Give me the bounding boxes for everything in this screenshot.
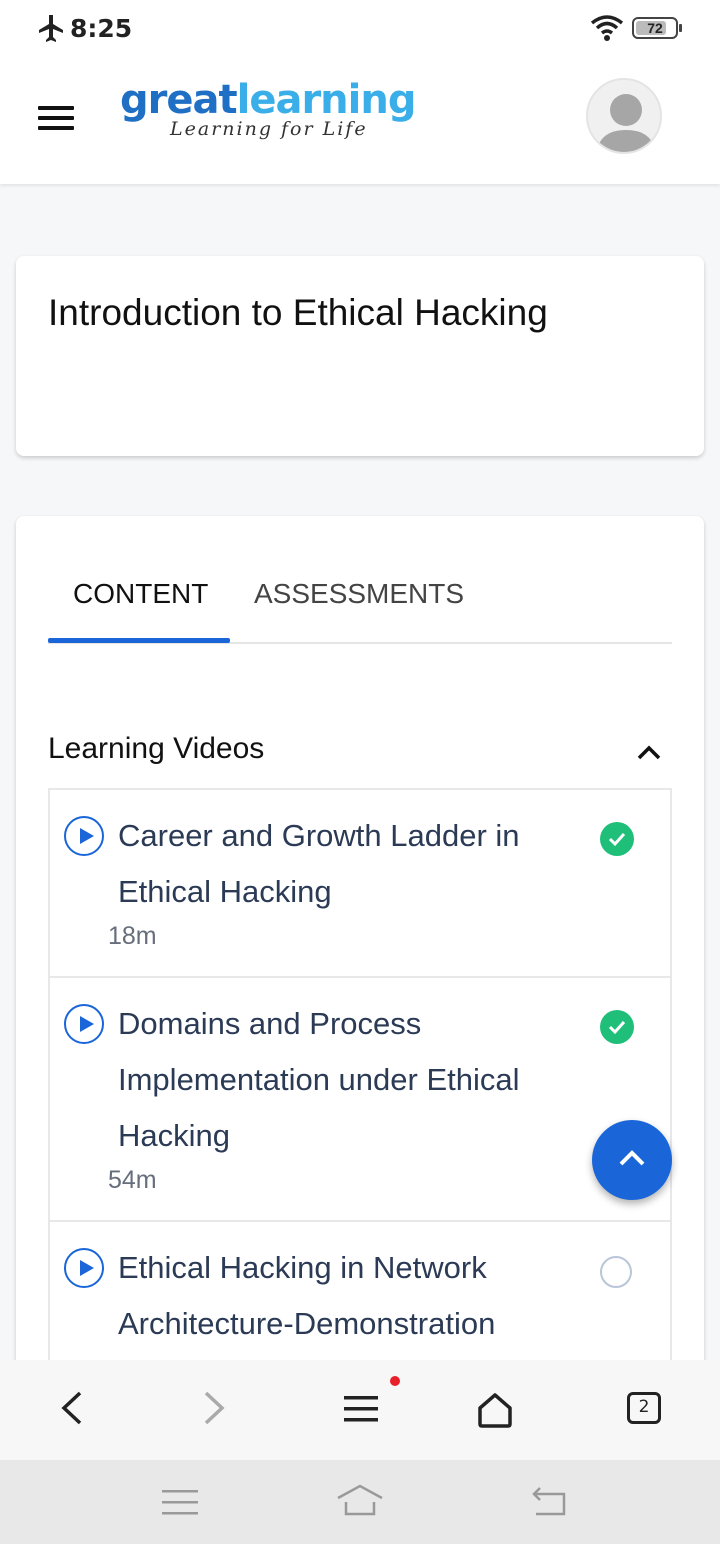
airplane-icon (39, 15, 63, 42)
video-list: Career and Growth Ladder in Ethical Hack… (48, 788, 672, 1382)
chevron-up-icon (619, 1150, 645, 1166)
logo[interactable]: greatlearning Learning for Life (120, 78, 440, 148)
wifi-icon (590, 15, 624, 41)
back-icon[interactable] (58, 1390, 86, 1426)
video-title[interactable]: Ethical Hacking in Network Architecture-… (118, 1240, 558, 1352)
back-icon[interactable] (530, 1486, 568, 1518)
video-duration: 18m (108, 922, 157, 950)
tab-content[interactable]: CONTENT (73, 578, 208, 610)
forward-icon[interactable] (200, 1390, 228, 1426)
battery-icon: 72 (632, 17, 682, 39)
home-icon[interactable] (336, 1484, 384, 1518)
app-header: greatlearning Learning for Life (0, 58, 720, 184)
battery-text: 72 (647, 20, 663, 36)
play-icon[interactable] (64, 1004, 104, 1044)
home-icon[interactable] (476, 1392, 514, 1428)
tabs-icon[interactable]: 2 (627, 1392, 661, 1424)
logo-tagline: Learning for Life (170, 118, 368, 140)
notification-dot (390, 1376, 400, 1386)
section-title: Learning Videos (48, 732, 265, 765)
incomplete-circle-icon (600, 1256, 632, 1288)
chevron-up-icon[interactable] (636, 744, 662, 760)
play-icon[interactable] (64, 1248, 104, 1288)
tab-assessments[interactable]: ASSESSMENTS (254, 578, 464, 610)
list-item[interactable]: Career and Growth Ladder in Ethical Hack… (50, 790, 670, 978)
active-tab-indicator (48, 638, 230, 643)
menu-icon[interactable] (344, 1394, 378, 1424)
logo-wordmark: greatlearning (120, 77, 416, 123)
avatar[interactable] (586, 78, 662, 154)
video-title[interactable]: Career and Growth Ladder in Ethical Hack… (118, 808, 558, 920)
scroll-to-top-button[interactable] (592, 1120, 672, 1200)
user-icon (596, 94, 656, 152)
tab-bar: CONTENT ASSESSMENTS (48, 564, 672, 644)
video-duration: 54m (108, 1166, 157, 1194)
recents-icon[interactable] (162, 1488, 198, 1516)
list-item[interactable]: Domains and Process Implementation under… (50, 978, 670, 1222)
course-title: Introduction to Ethical Hacking (48, 292, 548, 333)
course-title-card: Introduction to Ethical Hacking (16, 256, 704, 456)
hamburger-menu-icon[interactable] (38, 106, 74, 130)
learning-videos-header[interactable]: Learning Videos (48, 732, 672, 772)
system-nav-bar (0, 1460, 720, 1544)
video-title[interactable]: Domains and Process Implementation under… (118, 996, 558, 1164)
list-item[interactable]: Ethical Hacking in Network Architecture-… (50, 1222, 670, 1382)
status-bar: 8:25 72 (0, 0, 720, 58)
completed-check-icon (600, 1010, 634, 1044)
play-icon[interactable] (64, 816, 104, 856)
browser-toolbar: 2 (0, 1360, 720, 1460)
course-content-card: CONTENT ASSESSMENTS Learning Videos Care… (16, 516, 704, 1416)
completed-check-icon (600, 822, 634, 856)
clock: 8:25 (70, 14, 133, 43)
